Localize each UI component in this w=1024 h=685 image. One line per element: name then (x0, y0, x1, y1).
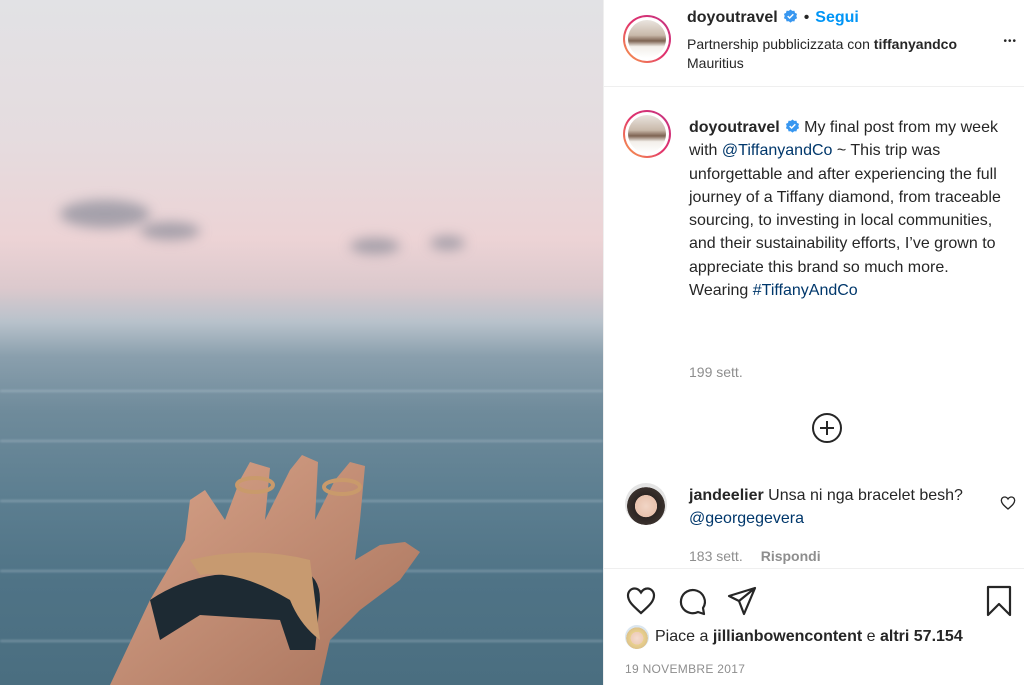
post-header: doyoutravel • Segui Partnership pubblicizz… (604, 0, 1024, 87)
comment-timestamp[interactable]: 183 sett. (689, 548, 743, 564)
likes-others-link[interactable]: altri 57.154 (880, 628, 963, 646)
separator-dot: • (803, 9, 810, 26)
author-username[interactable]: doyoutravel (687, 9, 778, 26)
post-panel: doyoutravel • Segui Partnership pubblicizz… (603, 0, 1024, 685)
verified-badge-icon (783, 9, 797, 23)
author-avatar[interactable] (623, 15, 671, 63)
heart-icon[interactable] (625, 585, 657, 617)
caption-avatar[interactable] (623, 110, 671, 158)
likes-middle: e (866, 628, 876, 645)
caption-mention-link[interactable]: @TiffanyandCo (722, 142, 833, 159)
commenter-avatar[interactable] (625, 483, 667, 525)
likes-prefix: Piace a (655, 628, 709, 645)
partner-link[interactable]: tiffanyandco (874, 36, 957, 52)
verified-badge-icon (785, 119, 799, 133)
partnership-line: Partnership pubblicizzata con tiffanyand… (687, 36, 957, 52)
caption-text: doyoutravel My final post from my week w… (689, 116, 1009, 302)
location-link[interactable]: Mauritius (687, 55, 744, 71)
partnership-prefix: Partnership pubblicizzata con (687, 36, 870, 52)
post-photo[interactable] (0, 0, 603, 685)
comment-mention-link[interactable]: @georgegevera (689, 510, 804, 527)
comment-body: Unsa ni nga bracelet besh? (768, 487, 963, 504)
comment-meta: 183 sett. Rispondi (689, 548, 821, 564)
heart-icon[interactable] (1000, 495, 1016, 511)
caption-username[interactable]: doyoutravel (689, 119, 780, 136)
plus-circle-icon[interactable] (811, 412, 843, 444)
commenter-username[interactable]: jandeelier (689, 487, 764, 504)
follow-button[interactable]: Segui (815, 9, 859, 26)
send-icon[interactable] (726, 585, 758, 617)
comment-text: jandeelier Unsa ni nga bracelet besh? @g… (689, 484, 989, 531)
action-bar: Piace a jillianbowencontent e altri 57.1… (604, 568, 1024, 685)
more-options-icon[interactable]: ••• (1003, 36, 1017, 47)
post-date[interactable]: 19 NOVEMBRE 2017 (625, 662, 745, 676)
liker-username[interactable]: jillianbowencontent (713, 628, 862, 646)
caption-hashtag-link[interactable]: #TiffanyAndCo (753, 282, 858, 299)
bookmark-icon[interactable] (983, 585, 1015, 617)
reply-button[interactable]: Rispondi (761, 548, 821, 564)
likes-summary: Piace a jillianbowencontent e altri 57.1… (625, 625, 963, 649)
comment-icon[interactable] (676, 585, 708, 617)
liker-avatar[interactable] (625, 625, 649, 649)
caption-timestamp[interactable]: 199 sett. (689, 364, 743, 380)
hand-illustration (110, 455, 420, 685)
header-title-row: doyoutravel • Segui (687, 9, 859, 27)
caption-body-2: ~ This trip was unforgettable and after … (689, 142, 1001, 300)
